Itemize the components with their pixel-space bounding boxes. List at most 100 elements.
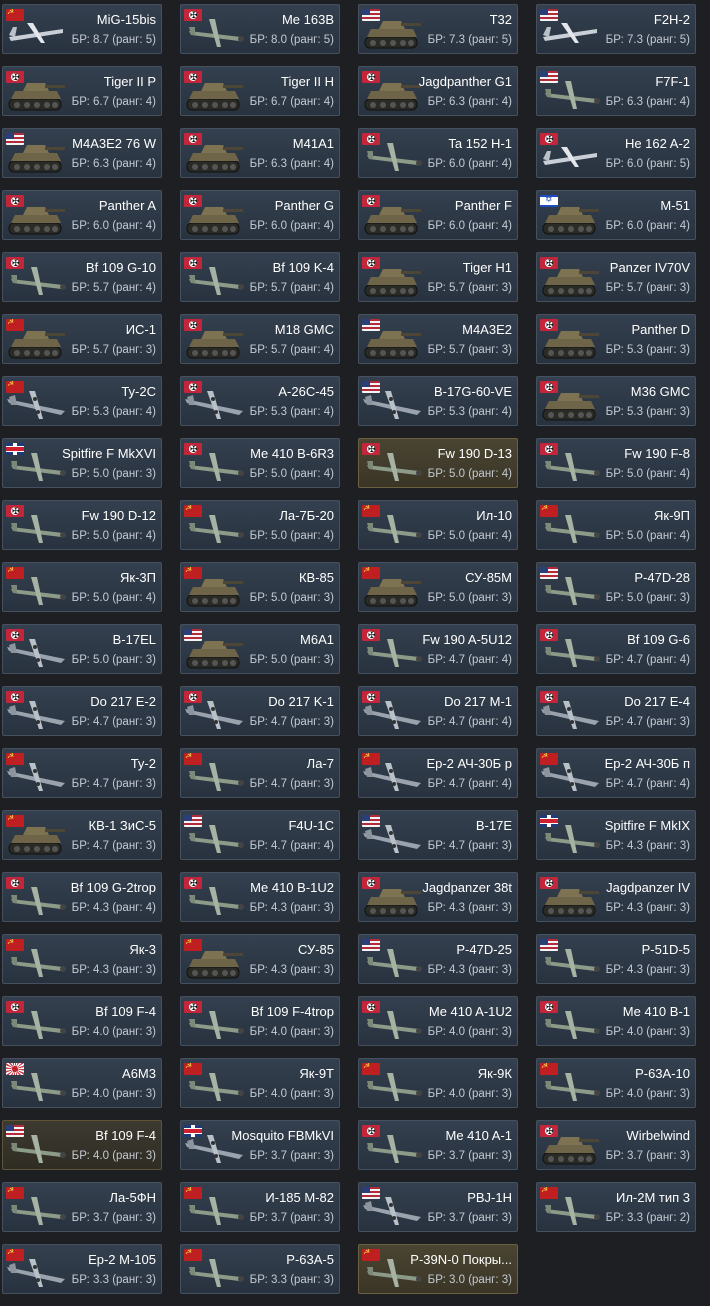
vehicle-card[interactable]: Ла-7 БР: 4.7 (ранг: 3) — [180, 748, 340, 798]
vehicle-card[interactable]: Ta 152 H-1 БР: 6.0 (ранг: 4) — [358, 128, 518, 178]
vehicle-card[interactable]: Ер-2 АЧ-30Б р БР: 4.7 (ранг: 4) — [358, 748, 518, 798]
vehicle-card[interactable]: Ер-2 АЧ-30Б п БР: 4.7 (ранг: 4) — [536, 748, 696, 798]
vehicle-card[interactable]: Me 410 B-1 БР: 4.0 (ранг: 3) — [536, 996, 696, 1046]
vehicle-card[interactable]: Jagdpanzer 38t БР: 4.3 (ранг: 3) — [358, 872, 518, 922]
vehicle-card[interactable]: КВ-1 ЗиС-5 БР: 4.7 (ранг: 3) — [2, 810, 162, 860]
vehicle-card[interactable]: Bf 109 G-2trop БР: 4.3 (ранг: 4) — [2, 872, 162, 922]
vehicle-card[interactable]: Bf 109 F-4trop БР: 4.0 (ранг: 3) — [180, 996, 340, 1046]
vehicle-card[interactable]: B-17E БР: 4.7 (ранг: 3) — [358, 810, 518, 860]
vehicle-battle-rating: БР: 5.0 (ранг: 4) — [427, 530, 512, 542]
vehicle-card[interactable]: Ту-2С БР: 5.3 (ранг: 4) — [2, 376, 162, 426]
vehicle-card[interactable]: P-63A-10 БР: 4.0 (ранг: 3) — [536, 1058, 696, 1108]
vehicle-card[interactable]: Panther F БР: 6.0 (ранг: 4) — [358, 190, 518, 240]
vehicle-card[interactable]: Ил-10 БР: 5.0 (ранг: 4) — [358, 500, 518, 550]
vehicle-card[interactable]: Panzer IV70V БР: 5.7 (ранг: 3) — [536, 252, 696, 302]
vehicle-card[interactable]: Panther A БР: 6.0 (ранг: 4) — [2, 190, 162, 240]
vehicle-card[interactable]: Do 217 E-2 БР: 4.7 (ранг: 3) — [2, 686, 162, 736]
vehicle-card[interactable]: Ил-2М тип 3 БР: 3.3 (ранг: 2) — [536, 1182, 696, 1232]
vehicle-card[interactable]: Bf 109 G-6 БР: 4.7 (ранг: 4) — [536, 624, 696, 674]
vehicle-card[interactable]: He 162 A-2 БР: 6.0 (ранг: 5) — [536, 128, 696, 178]
vehicle-card[interactable]: Bf 109 K-4 БР: 5.7 (ранг: 4) — [180, 252, 340, 302]
vehicle-card[interactable]: P-39N-0 Покры... БР: 3.0 (ранг: 3) — [358, 1244, 518, 1294]
vehicle-card[interactable]: Spitfire F MkIX БР: 4.3 (ранг: 3) — [536, 810, 696, 860]
vehicle-card[interactable]: MiG-15bis БР: 8.7 (ранг: 5) — [2, 4, 162, 54]
vehicle-name: M41A1 — [292, 136, 334, 151]
vehicle-card[interactable]: Tiger II P БР: 6.7 (ранг: 4) — [2, 66, 162, 116]
vehicle-card[interactable]: ИС-1 БР: 5.7 (ранг: 3) — [2, 314, 162, 364]
vehicle-card[interactable]: Wirbelwind БР: 3.7 (ранг: 3) — [536, 1120, 696, 1170]
vehicle-card[interactable]: PBJ-1H БР: 3.7 (ранг: 3) — [358, 1182, 518, 1232]
vehicle-card[interactable]: B-17G-60-VE БР: 5.3 (ранг: 4) — [358, 376, 518, 426]
vehicle-card[interactable]: Me 163B БР: 8.0 (ранг: 5) — [180, 4, 340, 54]
vehicle-card[interactable]: Ер-2 М-105 БР: 3.3 (ранг: 3) — [2, 1244, 162, 1294]
vehicle-card[interactable]: Як-3 БР: 4.3 (ранг: 3) — [2, 934, 162, 984]
vehicle-card[interactable]: Fw 190 A-5U12 БР: 4.7 (ранг: 4) — [358, 624, 518, 674]
nation-flag-icon — [6, 691, 24, 703]
vehicle-card[interactable]: Ту-2 БР: 4.7 (ранг: 3) — [2, 748, 162, 798]
vehicle-card[interactable]: СУ-85М БР: 5.0 (ранг: 3) — [358, 562, 518, 612]
vehicle-card[interactable]: P-47D-25 БР: 4.3 (ранг: 3) — [358, 934, 518, 984]
vehicle-card[interactable]: A6M3 БР: 4.0 (ранг: 3) — [2, 1058, 162, 1108]
vehicle-card[interactable]: F7F-1 БР: 6.3 (ранг: 4) — [536, 66, 696, 116]
vehicle-card[interactable]: Do 217 K-1 БР: 4.7 (ранг: 3) — [180, 686, 340, 736]
vehicle-card[interactable]: Bf 109 F-4 БР: 4.0 (ранг: 3) — [2, 996, 162, 1046]
vehicle-card[interactable]: Me 410 A-1U2 БР: 4.0 (ранг: 3) — [358, 996, 518, 1046]
vehicle-card[interactable]: Fw 190 F-8 БР: 5.0 (ранг: 4) — [536, 438, 696, 488]
vehicle-card[interactable]: Fw 190 D-13 БР: 5.0 (ранг: 4) — [358, 438, 518, 488]
vehicle-card[interactable]: M4A3E2 76 W БР: 6.3 (ранг: 4) — [2, 128, 162, 178]
vehicle-card[interactable]: Bf 109 F-4 БР: 4.0 (ранг: 3) — [2, 1120, 162, 1170]
vehicle-card[interactable]: M6A1 БР: 5.0 (ранг: 3) — [180, 624, 340, 674]
vehicle-card[interactable]: Jagdpanther G1 БР: 6.3 (ранг: 4) — [358, 66, 518, 116]
vehicle-card[interactable]: Me 410 B-6R3 БР: 5.0 (ранг: 4) — [180, 438, 340, 488]
vehicle-card[interactable]: Bf 109 G-10 БР: 5.7 (ранг: 4) — [2, 252, 162, 302]
vehicle-card[interactable]: M41A1 БР: 6.3 (ранг: 4) — [180, 128, 340, 178]
vehicle-card[interactable]: Як-9Т БР: 4.0 (ранг: 3) — [180, 1058, 340, 1108]
vehicle-card[interactable]: Fw 190 D-12 БР: 5.0 (ранг: 4) — [2, 500, 162, 550]
vehicle-card[interactable]: Spitfire F MkXVI БР: 5.0 (ранг: 3) — [2, 438, 162, 488]
vehicle-battle-rating: БР: 4.0 (ранг: 3) — [427, 1088, 512, 1100]
vehicle-card[interactable]: Me 410 A-1 БР: 3.7 (ранг: 3) — [358, 1120, 518, 1170]
vehicle-card[interactable]: Ла-7Б-20 БР: 5.0 (ранг: 4) — [180, 500, 340, 550]
vehicle-card[interactable]: A-26C-45 БР: 5.3 (ранг: 4) — [180, 376, 340, 426]
vehicle-battle-rating: БР: 4.7 (ранг: 4) — [249, 840, 334, 852]
vehicle-card[interactable]: M36 GMC БР: 5.3 (ранг: 3) — [536, 376, 696, 426]
vehicle-card[interactable]: Panther D БР: 5.3 (ранг: 3) — [536, 314, 696, 364]
vehicle-name: Ла-5ФН — [109, 1190, 156, 1205]
vehicle-card[interactable]: Mosquito FBMkVI БР: 3.7 (ранг: 3) — [180, 1120, 340, 1170]
vehicle-card[interactable]: T32 БР: 7.3 (ранг: 5) — [358, 4, 518, 54]
vehicle-name: Bf 109 G-6 — [627, 632, 690, 647]
vehicle-card[interactable]: Do 217 E-4 БР: 4.7 (ранг: 3) — [536, 686, 696, 736]
nation-flag-icon — [540, 1001, 558, 1013]
nation-flag-icon — [362, 567, 380, 579]
vehicle-card[interactable]: F4U-1C БР: 4.7 (ранг: 4) — [180, 810, 340, 860]
vehicle-battle-rating: БР: 5.3 (ранг: 4) — [249, 406, 334, 418]
vehicle-battle-rating: БР: 5.0 (ранг: 3) — [249, 592, 334, 604]
vehicle-card[interactable]: Як-3П БР: 5.0 (ранг: 4) — [2, 562, 162, 612]
vehicle-card[interactable]: M4A3E2 БР: 5.7 (ранг: 3) — [358, 314, 518, 364]
vehicle-card[interactable]: B-17EL БР: 5.0 (ранг: 3) — [2, 624, 162, 674]
vehicle-card[interactable]: P-51D-5 БР: 4.3 (ранг: 3) — [536, 934, 696, 984]
vehicle-card[interactable]: СУ-85 БР: 4.3 (ранг: 3) — [180, 934, 340, 984]
vehicle-card[interactable]: Як-9К БР: 4.0 (ранг: 3) — [358, 1058, 518, 1108]
vehicle-card[interactable]: M18 GMC БР: 5.7 (ранг: 4) — [180, 314, 340, 364]
vehicle-card[interactable]: Panther G БР: 6.0 (ранг: 4) — [180, 190, 340, 240]
vehicle-battle-rating: БР: 5.0 (ранг: 4) — [427, 468, 512, 480]
vehicle-card[interactable]: Do 217 M-1 БР: 4.7 (ранг: 4) — [358, 686, 518, 736]
vehicle-card[interactable]: Ла-5ФН БР: 3.7 (ранг: 3) — [2, 1182, 162, 1232]
vehicle-card[interactable]: P-63A-5 БР: 3.3 (ранг: 3) — [180, 1244, 340, 1294]
vehicle-card[interactable]: Tiger II H БР: 6.7 (ранг: 4) — [180, 66, 340, 116]
vehicle-card[interactable]: Me 410 B-1U2 БР: 4.3 (ранг: 3) — [180, 872, 340, 922]
vehicle-card[interactable]: P-47D-28 БР: 5.0 (ранг: 3) — [536, 562, 696, 612]
vehicle-card[interactable]: КВ-85 БР: 5.0 (ранг: 3) — [180, 562, 340, 612]
vehicle-card[interactable]: Jagdpanzer IV БР: 4.3 (ранг: 3) — [536, 872, 696, 922]
vehicle-card[interactable]: M-51 БР: 6.0 (ранг: 4) — [536, 190, 696, 240]
nation-flag-icon — [540, 505, 558, 517]
vehicle-battle-rating: БР: 5.0 (ранг: 4) — [71, 592, 156, 604]
vehicle-card[interactable]: И-185 М-82 БР: 3.7 (ранг: 3) — [180, 1182, 340, 1232]
vehicle-battle-rating: БР: 5.0 (ранг: 3) — [71, 654, 156, 666]
vehicle-card[interactable]: Tiger H1 БР: 5.7 (ранг: 3) — [358, 252, 518, 302]
vehicle-card[interactable]: F2H-2 БР: 7.3 (ранг: 5) — [536, 4, 696, 54]
vehicle-name: M18 GMC — [274, 322, 334, 337]
vehicle-battle-rating: БР: 5.7 (ранг: 4) — [71, 282, 156, 294]
vehicle-card[interactable]: Як-9П БР: 5.0 (ранг: 4) — [536, 500, 696, 550]
